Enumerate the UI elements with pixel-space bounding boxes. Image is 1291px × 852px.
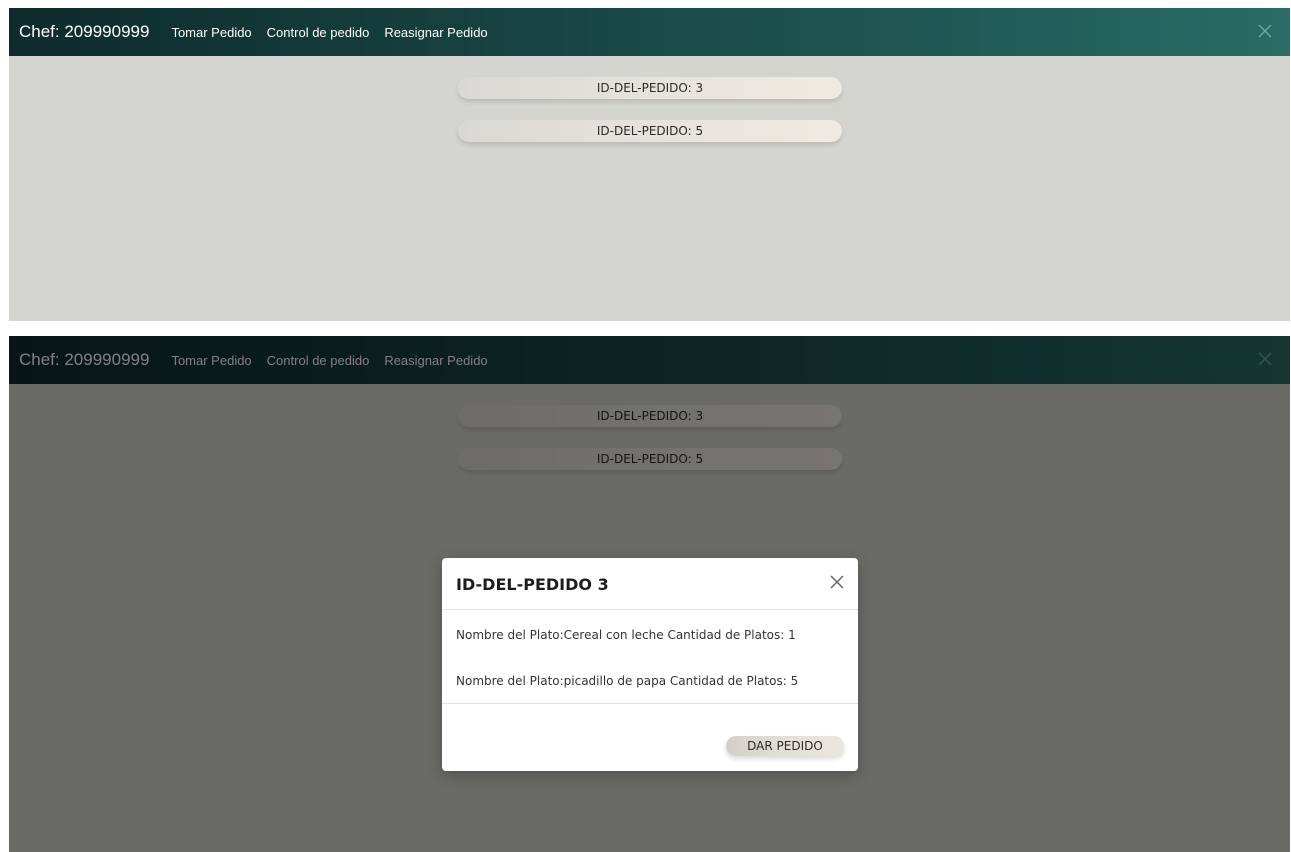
modal-title: ID-DEL-PEDIDO 3 [456,575,609,594]
dish-line: Nombre del Plato:Cereal con leche Cantid… [456,628,796,642]
close-icon[interactable] [828,573,846,591]
chef-brand[interactable]: Chef: 209990999 [19,22,149,42]
close-icon[interactable] [1254,20,1276,42]
order-button-5[interactable]: ID-DEL-PEDIDO: 5 [458,120,842,142]
modal-header: ID-DEL-PEDIDO 3 [442,558,858,610]
dar-pedido-button[interactable]: DAR PEDIDO [726,736,844,756]
nav-reasignar-pedido[interactable]: Reasignar Pedido [384,25,487,40]
order-detail-modal: ID-DEL-PEDIDO 3 Nombre del Plato:Cereal … [442,558,858,771]
modal-body: Nombre del Plato:Cereal con leche Cantid… [442,610,858,704]
modal-footer: DAR PEDIDO [442,704,858,771]
nav-control-de-pedido[interactable]: Control de pedido [267,25,370,40]
order-button-3[interactable]: ID-DEL-PEDIDO: 3 [458,77,842,99]
orders-view: Chef: 209990999 Tomar Pedido Control de … [9,8,1290,321]
nav-tomar-pedido[interactable]: Tomar Pedido [171,25,251,40]
navbar: Chef: 209990999 Tomar Pedido Control de … [9,8,1290,56]
dish-line: Nombre del Plato:picadillo de papa Canti… [456,674,799,688]
orders-view-with-modal: Chef: 209990999 Tomar Pedido Control de … [9,336,1290,852]
